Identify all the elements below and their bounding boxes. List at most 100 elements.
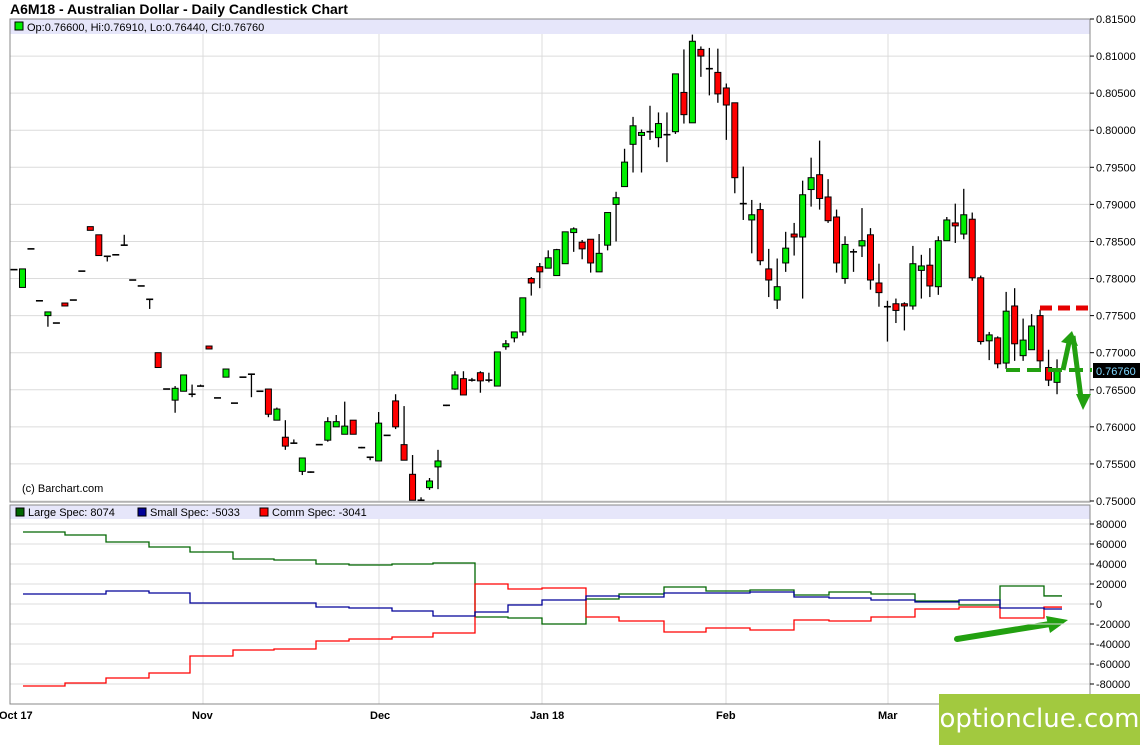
chart-title: A6M18 - Australian Dollar - Daily Candle… [10, 1, 348, 17]
candle-body [892, 303, 900, 311]
candle [180, 374, 188, 392]
candle [154, 352, 162, 369]
legend-large-spec: Large Spec: 8074 [28, 507, 115, 519]
candle-body [985, 334, 993, 342]
candle-body [536, 266, 544, 273]
candle-body [807, 177, 815, 191]
candle [18, 268, 26, 288]
current-price-label: 0.76760 [1096, 366, 1136, 378]
chart-canvas[interactable]: A6M18 - Australian Dollar - Daily Candle… [0, 0, 1140, 745]
candle-body [994, 337, 1002, 365]
candle-body [951, 222, 959, 227]
price-tick-label: 0.75500 [1096, 459, 1136, 471]
large-spec-swatch [15, 507, 25, 517]
candle [86, 226, 94, 231]
candle-body [688, 40, 696, 124]
candle-body [409, 473, 417, 501]
x-label-nov: Nov [192, 710, 214, 722]
price-tick-label: 0.80000 [1096, 125, 1136, 137]
candle-body [1019, 339, 1027, 357]
ohlc-readout: Op:0.76600, Hi:0.76910, Lo:0.76440, Cl:0… [27, 22, 264, 34]
candle [383, 434, 391, 437]
cot-panel[interactable]: Large Spec: 8074 Small Spec: -5033 Comm … [9, 504, 1130, 705]
candle-body [790, 233, 798, 238]
candle-body [841, 243, 849, 280]
candle [493, 351, 501, 387]
candle-body [349, 419, 357, 435]
candle-body [44, 311, 52, 317]
candle-body [510, 331, 518, 339]
candle-body [960, 214, 968, 235]
candle-body [731, 102, 739, 179]
price-tick-label: 0.76500 [1096, 385, 1136, 397]
price-tick-label: 0.77000 [1096, 348, 1136, 360]
cot-tick-label: -60000 [1096, 659, 1130, 671]
candle-body [222, 368, 230, 378]
candle-body [392, 400, 400, 428]
candle-body [264, 388, 272, 415]
price-tick-label: 0.78000 [1096, 274, 1136, 286]
candle-body [799, 194, 807, 238]
candle-body [587, 238, 595, 264]
candle-body [824, 196, 832, 222]
candle-body [875, 282, 883, 294]
candle-body [833, 216, 841, 264]
candle [934, 236, 942, 295]
price-tick-label: 0.81000 [1096, 51, 1136, 63]
cot-tick-label: 20000 [1096, 579, 1127, 591]
candle [273, 407, 281, 421]
candle [222, 368, 230, 378]
candle-body [612, 197, 620, 205]
candle-body [943, 219, 951, 242]
candle-body [341, 425, 349, 435]
price-tick-label: 0.78500 [1096, 236, 1136, 248]
cot-tick-label: -80000 [1096, 679, 1130, 691]
price-tick-label: 0.79000 [1096, 199, 1136, 211]
candle-body [866, 234, 874, 281]
candle-body [570, 228, 578, 234]
x-label-mar: Mar [878, 710, 898, 722]
price-panel[interactable]: Op:0.76600, Hi:0.76910, Lo:0.76440, Cl:0… [9, 14, 1136, 508]
candle [205, 345, 213, 350]
candle-body [553, 249, 561, 277]
candle-body [434, 460, 442, 468]
candle [977, 275, 985, 345]
price-tick-label: 0.79500 [1096, 162, 1136, 174]
candle-body [205, 345, 213, 350]
candle-body [154, 352, 162, 369]
legend-small-spec: Small Spec: -5033 [150, 507, 240, 519]
candle-body [544, 257, 552, 269]
price-tick-label: 0.75000 [1096, 496, 1136, 508]
candle [349, 419, 357, 435]
candle-body [324, 421, 332, 441]
cot-tick-label: 60000 [1096, 539, 1127, 551]
x-label-feb: Feb [716, 710, 736, 722]
candle-body [748, 214, 756, 221]
candle [968, 212, 976, 281]
candle-body [180, 374, 188, 392]
x-label-jan: Jan 18 [530, 710, 564, 722]
candle [61, 302, 69, 307]
cot-tick-label: -20000 [1096, 619, 1130, 631]
cot-tick-label: 40000 [1096, 559, 1127, 571]
cot-tick-label: 0 [1096, 599, 1102, 611]
trend-arrow-icon [954, 621, 1053, 642]
candle [671, 73, 679, 134]
candle [264, 388, 272, 418]
candle [604, 212, 612, 251]
candle [519, 297, 527, 336]
candle-body [527, 278, 535, 284]
candle-body [332, 421, 340, 428]
cot-axis: 80000 60000 40000 20000 0 -20000 -40000 -60000 -… [1090, 519, 1130, 691]
candle-body [697, 48, 705, 57]
cot-tick-label: -40000 [1096, 639, 1130, 651]
copyright-label: (c) Barchart.com [22, 483, 103, 495]
candle-body [714, 71, 722, 95]
candle-body [977, 277, 985, 343]
candle [866, 228, 874, 290]
candle-body [722, 87, 730, 106]
candle-body [968, 218, 976, 279]
candle-body [680, 91, 688, 116]
candle-body [926, 264, 934, 287]
small-spec-swatch [137, 507, 147, 517]
